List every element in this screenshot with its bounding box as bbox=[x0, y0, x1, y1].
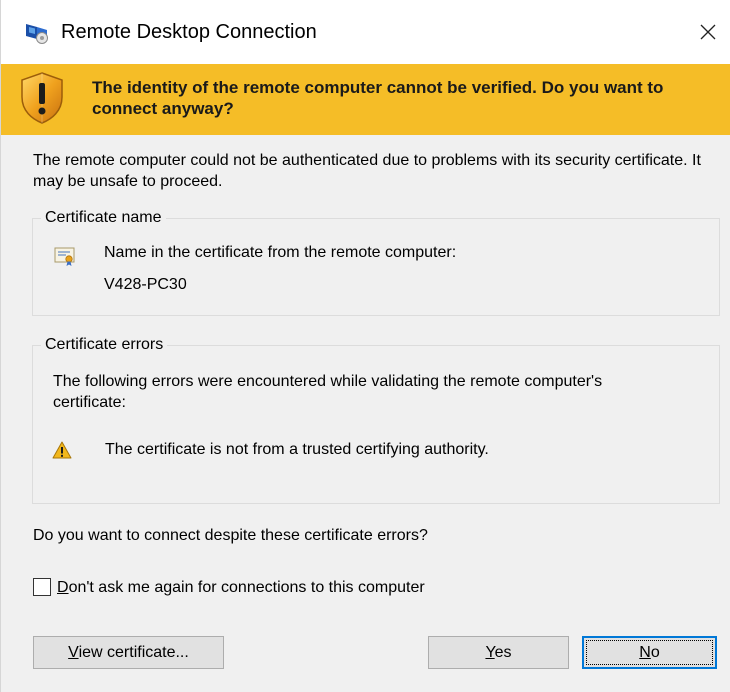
certificate-errors-intro: The following errors were encountered wh… bbox=[53, 373, 603, 411]
warning-banner: The identity of the remote computer cann… bbox=[1, 64, 730, 135]
focus-rectangle bbox=[586, 640, 713, 665]
certificate-errors-label: Certificate errors bbox=[41, 335, 168, 355]
certificate-error-item: The certificate is not from a trusted ce… bbox=[105, 441, 489, 458]
certificate-icon bbox=[54, 247, 75, 266]
certificate-name-label: Certificate name bbox=[41, 208, 166, 228]
view-certificate-button[interactable]: View certificate... bbox=[33, 636, 224, 669]
yes-button[interactable]: Yes bbox=[428, 636, 569, 669]
remote-desktop-dialog: Remote Desktop Connection The identity o… bbox=[0, 0, 730, 692]
certificate-name-description: Name in the certificate from the remote … bbox=[104, 244, 457, 261]
window-title: Remote Desktop Connection bbox=[61, 21, 317, 43]
certificate-errors-group: Certificate errors The following errors … bbox=[32, 335, 720, 504]
title-bar: Remote Desktop Connection bbox=[1, 0, 730, 64]
warning-message: The identity of the remote computer cann… bbox=[92, 78, 664, 118]
certificate-name-value: V428-PC30 bbox=[104, 276, 187, 293]
close-icon bbox=[700, 24, 716, 40]
remote-desktop-icon bbox=[26, 24, 48, 44]
close-button[interactable] bbox=[685, 0, 730, 64]
shield-warning-icon bbox=[21, 72, 63, 124]
dont-ask-again-checkbox[interactable] bbox=[33, 578, 51, 596]
intro-text: The remote computer could not be authent… bbox=[33, 152, 701, 190]
connect-question: Do you want to connect despite these cer… bbox=[33, 527, 428, 544]
no-button[interactable]: No bbox=[582, 636, 717, 669]
certificate-name-group: Certificate name Name in the certificate… bbox=[32, 208, 720, 316]
warning-icon bbox=[52, 441, 72, 459]
dont-ask-again-label[interactable]: Don't ask me again for connections to th… bbox=[57, 578, 425, 598]
